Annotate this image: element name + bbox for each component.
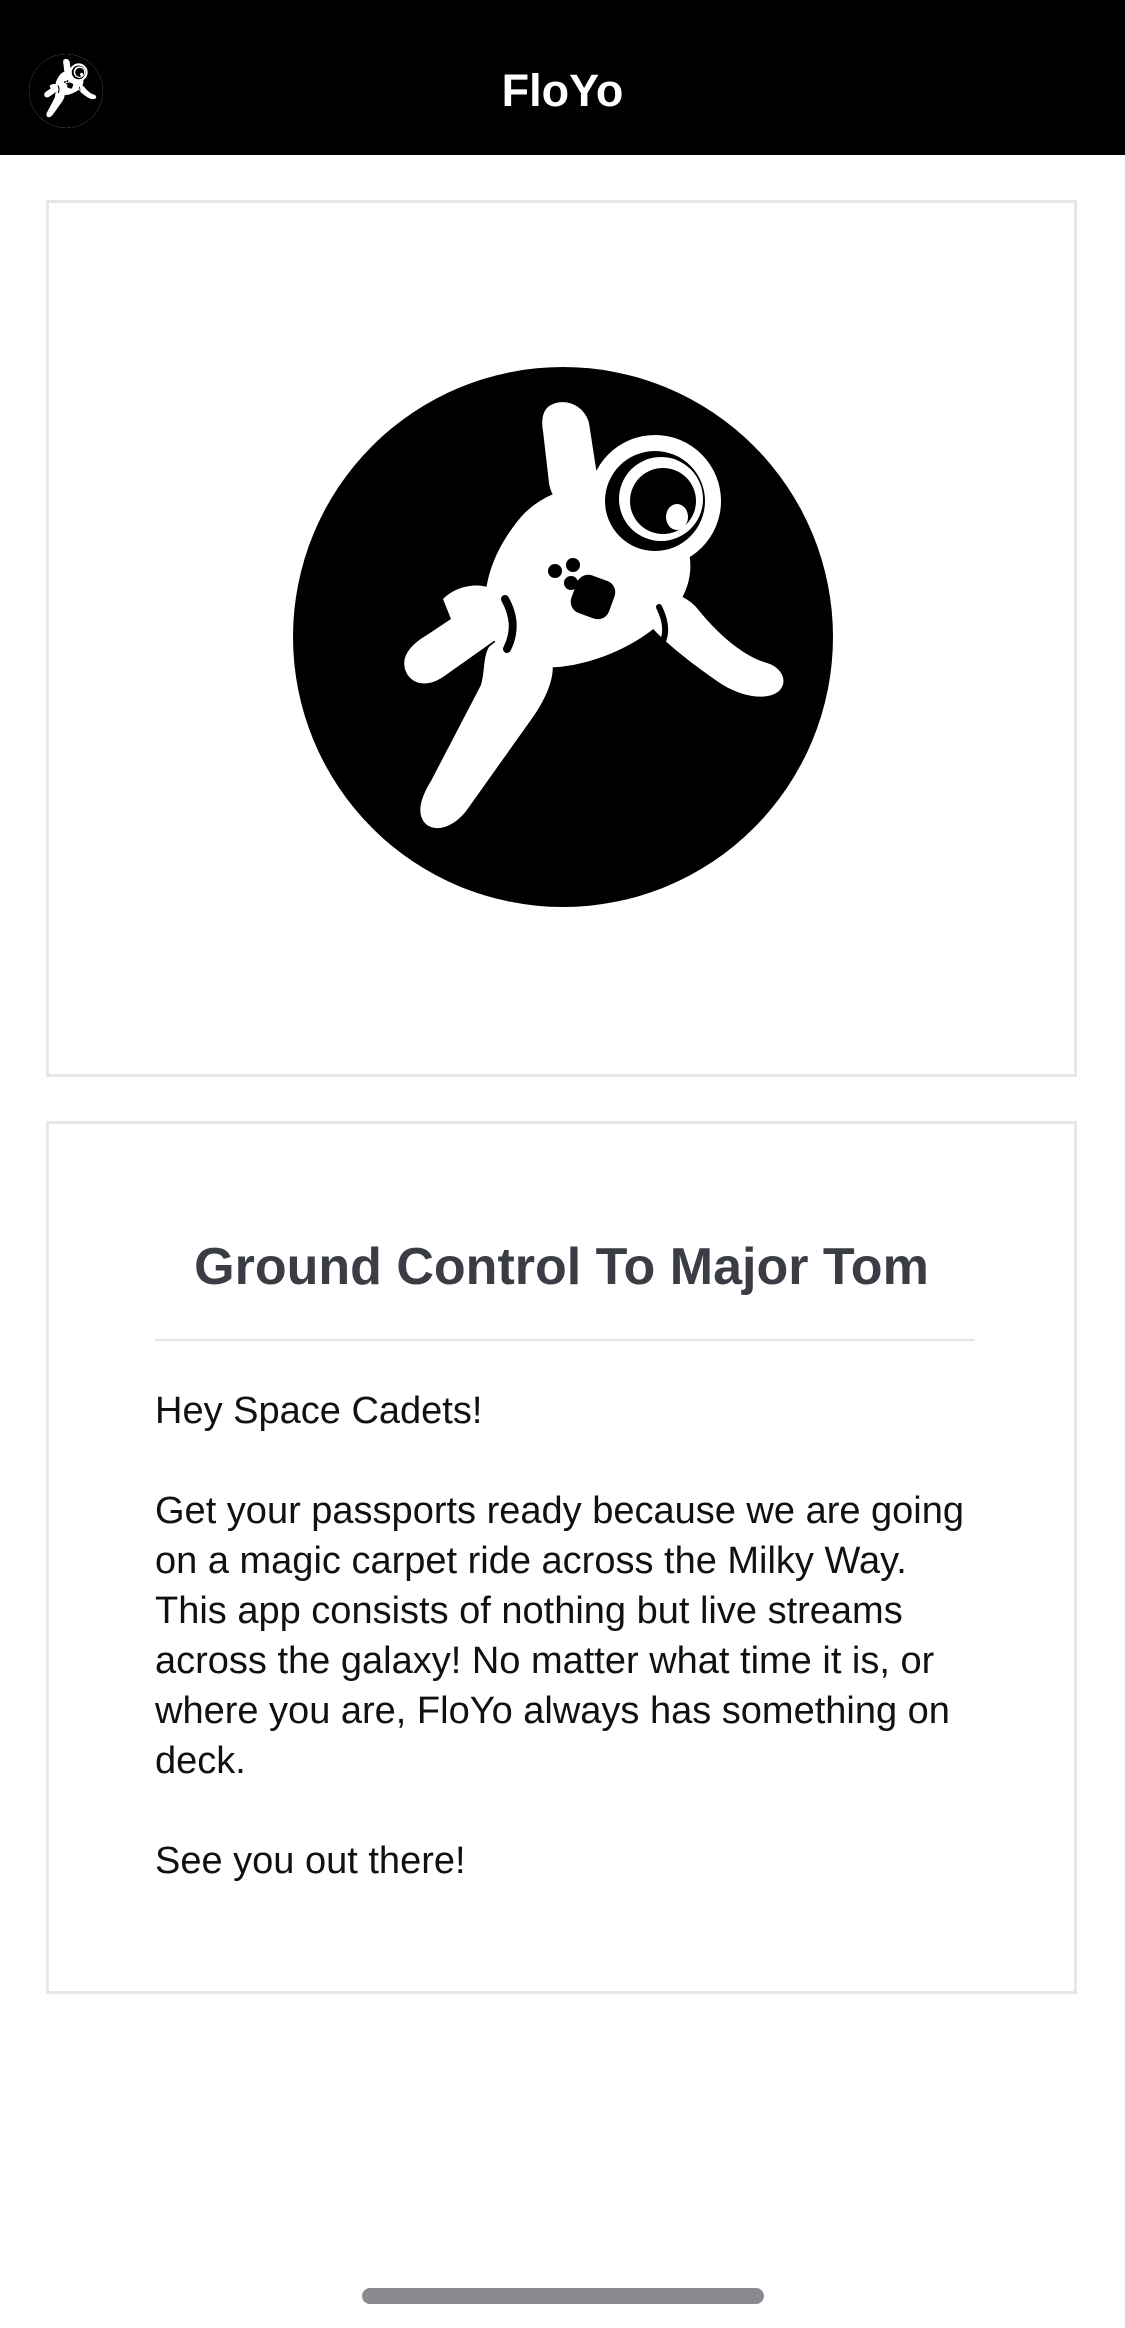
welcome-heading: Ground Control To Major Tom bbox=[194, 1238, 929, 1296]
welcome-body: Hey Space Cadets! Get your passports rea… bbox=[155, 1386, 985, 1936]
app-title: FloYo bbox=[501, 65, 624, 116]
hero-card bbox=[46, 200, 1077, 1077]
astronaut-icon bbox=[293, 367, 833, 907]
description-text: Get your passports ready because we are … bbox=[155, 1490, 965, 1782]
signoff-text: See you out there! bbox=[155, 1840, 466, 1882]
astronaut-logo-graphic bbox=[293, 367, 833, 907]
home-indicator[interactable] bbox=[362, 2288, 764, 2304]
greeting-text: Hey Space Cadets! bbox=[155, 1390, 483, 1432]
heading-divider bbox=[155, 1339, 975, 1341]
top-nav-bar: FloYo bbox=[0, 0, 1125, 155]
welcome-card: Ground Control To Major Tom Hey Space Ca… bbox=[46, 1121, 1077, 1994]
